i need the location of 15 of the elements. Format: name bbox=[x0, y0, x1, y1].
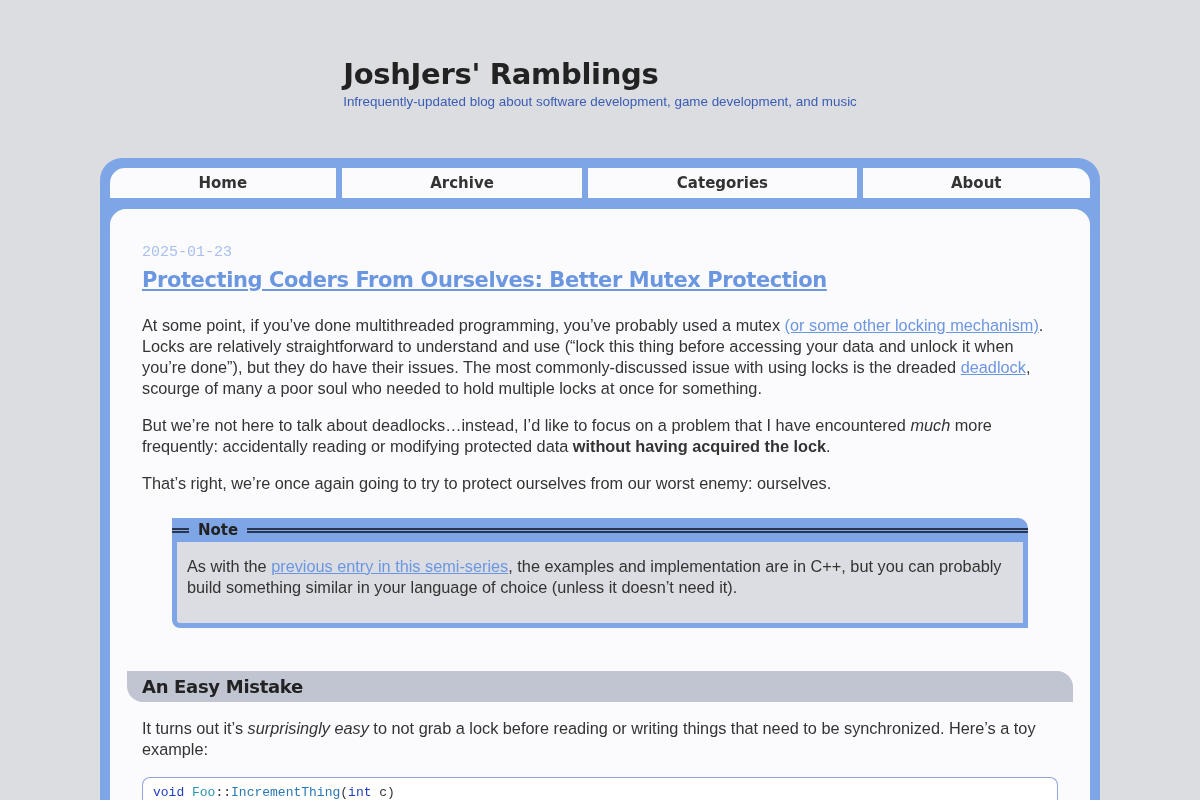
paragraph-text: At some point, if you’ve done multithreaded programming, you’ve probably used a mutex (or some other locking mechanism). Locks are relatively straightforward to understand and use (“lock this thing before accessing your data and unlock it when you’re done”), but they do have their issues. The most commonly-discussed issue with using locks is the dreaded deadlock, scourge of many a poor soul who needed to hold multiple locks at once for something. bbox=[142, 315, 1045, 399]
note-text: As with the previous entry in this semi-series, the examples and implementation are in C++, but you can probably build something similar in your language of choice (unless it doesn’t need it). bbox=[187, 556, 1003, 598]
site-tagline: Infrequently-updated blog about software development, game development, and music bbox=[343, 94, 857, 110]
note-title: Note bbox=[197, 520, 240, 540]
section-heading: An Easy Mistake bbox=[142, 674, 303, 699]
post-date: 2025-01-23 bbox=[142, 244, 233, 262]
nav-tab[interactable]: About bbox=[862, 168, 1091, 198]
nav-tab[interactable]: Home bbox=[110, 168, 336, 198]
paragraph-text: That’s right, we’re once again going to try to protect ourselves from our worst enemy: ourselves. bbox=[142, 473, 833, 494]
site-title: JoshJers' Ramblings bbox=[343, 57, 660, 91]
paragraph-text: But we’re not here to talk about deadlocks…instead, I’d like to focus on a problem that I have encountered much more frequently: accidentally reading or modifying protected data without having acquired the lock. bbox=[142, 415, 993, 457]
nav-tab[interactable]: Categories bbox=[588, 168, 857, 198]
nav-tab[interactable]: Archive bbox=[341, 168, 583, 198]
code-line: void Foo::IncrementThing(int c) bbox=[153, 784, 396, 800]
paragraph-text: It turns out it’s surprisingly easy to not grab a lock before reading or writing things that need to be synchronized. Here’s a toy example: bbox=[142, 718, 1037, 760]
